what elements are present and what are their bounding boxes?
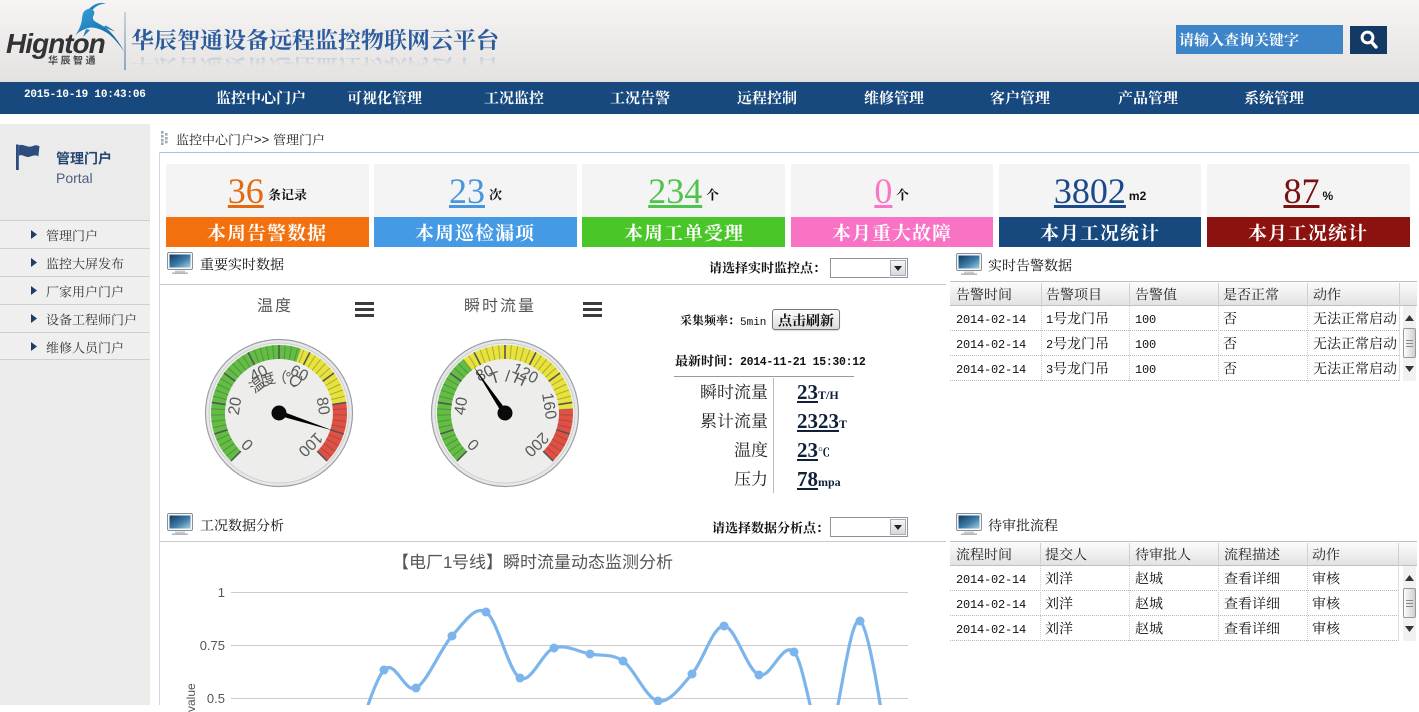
svg-text:80: 80 [313, 396, 333, 416]
svg-text:20: 20 [226, 396, 246, 416]
svg-text:40: 40 [452, 396, 472, 416]
